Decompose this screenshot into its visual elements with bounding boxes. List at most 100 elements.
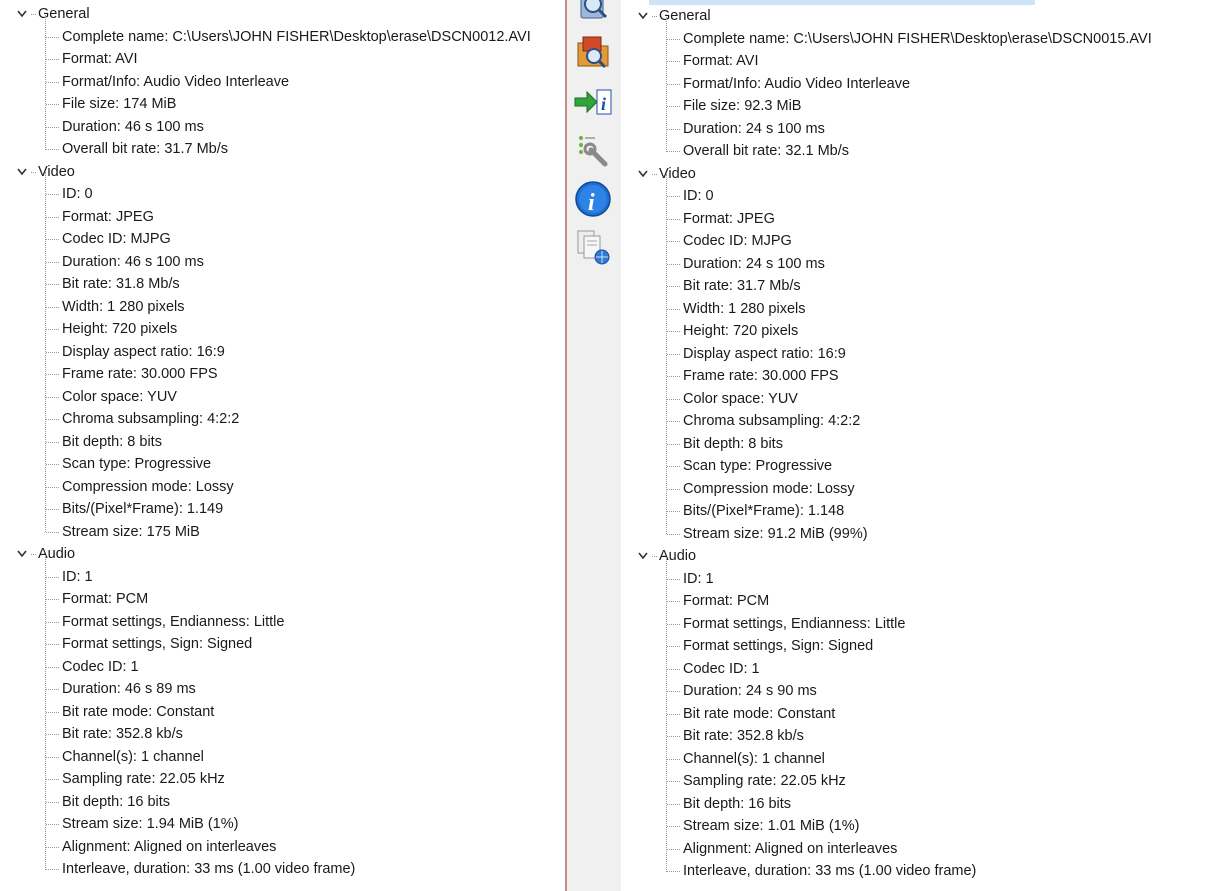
tree-item[interactable]: Format: JPEG [0,206,565,228]
tree-item[interactable]: Format: JPEG [621,208,1201,230]
tree-item[interactable]: Alignment: Aligned on interleaves [0,836,565,858]
tree-item[interactable]: Compression mode: Lossy [621,478,1201,500]
tree-item[interactable]: ID: 0 [0,183,565,205]
tree-item[interactable]: ID: 1 [621,568,1201,590]
tree-item[interactable]: Format settings, Endianness: Little [0,611,565,633]
chevron-down-icon[interactable] [637,545,651,567]
tree-item[interactable]: Stream size: 91.2 MiB (99%) [621,523,1201,545]
tree-item-label: Height: 720 pixels [683,323,799,339]
tree-item[interactable]: Codec ID: 1 [621,658,1201,680]
tree-item[interactable]: Interleave, duration: 33 ms (1.00 video … [621,860,1201,882]
tree-item[interactable]: Alignment: Aligned on interleaves [621,838,1201,860]
tree-item[interactable]: Bit depth: 16 bits [621,793,1201,815]
tree-item[interactable]: Complete name: C:\Users\JOHN FISHER\Desk… [621,28,1201,50]
tree-item[interactable]: Format/Info: Audio Video Interleave [621,73,1201,95]
tree-item[interactable]: Interleave, duration: 33 ms (1.00 video … [0,858,565,880]
tree-section-audio[interactable]: Audio [621,545,1181,567]
tree-item[interactable]: Format: AVI [0,48,565,70]
folder-search-icon[interactable] [571,30,615,74]
tree-section-video[interactable]: Video [0,161,560,183]
tree-section-audio[interactable]: Audio [0,543,560,565]
tree-item[interactable]: Bit depth: 8 bits [621,433,1201,455]
tree-item[interactable]: Scan type: Progressive [621,455,1201,477]
about-info-icon[interactable]: i [571,177,615,221]
tree-item[interactable]: Width: 1 280 pixels [0,296,565,318]
tree-connector [667,623,680,625]
documents-web-icon[interactable] [571,225,615,269]
tree-item[interactable]: File size: 174 MiB [0,93,565,115]
tree-section-video[interactable]: Video [621,163,1181,185]
chevron-down-icon[interactable] [16,543,30,565]
tree-item[interactable]: Stream size: 1.01 MiB (1%) [621,815,1201,837]
tree-item[interactable]: Channel(s): 1 channel [0,746,565,768]
right-file-info-panel[interactable]: General Complete name: C:\Users\JOHN FISH… [621,0,1225,891]
tree-item[interactable]: Duration: 46 s 100 ms [0,116,565,138]
tree-item[interactable]: Bit rate: 352.8 kb/s [621,725,1201,747]
settings-wrench-icon[interactable] [571,128,615,172]
tree-item[interactable]: Bit depth: 16 bits [0,791,565,813]
import-info-icon[interactable]: i [571,80,615,124]
tree-item[interactable]: Bit rate: 352.8 kb/s [0,723,565,745]
tree-item[interactable]: Display aspect ratio: 16:9 [0,341,565,363]
tree-item[interactable]: Bit rate mode: Constant [0,701,565,723]
tree-item[interactable]: Duration: 46 s 89 ms [0,678,565,700]
tree-item[interactable]: Stream size: 175 MiB [0,521,565,543]
tree-item[interactable]: Bit depth: 8 bits [0,431,565,453]
tree-item[interactable]: Bit rate: 31.7 Mb/s [621,275,1201,297]
tree-item[interactable]: Duration: 24 s 100 ms [621,253,1201,275]
tree-item[interactable]: Sampling rate: 22.05 kHz [0,768,565,790]
chevron-down-icon[interactable] [637,5,651,27]
tree-item[interactable]: Duration: 24 s 100 ms [621,118,1201,140]
tree-item[interactable]: Codec ID: MJPG [0,228,565,250]
chevron-down-icon[interactable] [16,3,30,25]
tree-item[interactable]: Duration: 24 s 90 ms [621,680,1201,702]
tree-item[interactable]: Height: 720 pixels [621,320,1201,342]
chevron-down-icon[interactable] [16,161,30,183]
tree-item[interactable]: Frame rate: 30.000 FPS [0,363,565,385]
tree-item[interactable]: Overall bit rate: 32.1 Mb/s [621,140,1201,162]
tree-item[interactable]: Color space: YUV [0,386,565,408]
tree-item[interactable]: Display aspect ratio: 16:9 [621,343,1201,365]
tree-item[interactable]: Chroma subsampling: 4:2:2 [621,410,1201,432]
tree-item[interactable]: Stream size: 1.94 MiB (1%) [0,813,565,835]
tree-item[interactable]: Format: AVI [621,50,1201,72]
tree-connector [46,666,59,668]
tree-item[interactable]: Height: 720 pixels [0,318,565,340]
chevron-down-icon[interactable] [637,163,651,185]
magnifier-file-icon[interactable] [571,0,615,26]
tree-connector [667,443,680,445]
tree-item[interactable]: Channel(s): 1 channel [621,748,1201,770]
tree-item[interactable]: Complete name: C:\Users\JOHN FISHER\Desk… [0,26,565,48]
tree-item[interactable]: Scan type: Progressive [0,453,565,475]
tree-item[interactable]: Bit rate mode: Constant [621,703,1201,725]
tree-item[interactable]: Codec ID: 1 [0,656,565,678]
tree-item-label: Duration: 46 s 100 ms [62,118,204,135]
tree-item[interactable]: Format: PCM [621,590,1201,612]
tree-item[interactable]: Compression mode: Lossy [0,476,565,498]
tree-item[interactable]: ID: 0 [621,185,1201,207]
tree-item[interactable]: Format settings, Sign: Signed [0,633,565,655]
tree-item-label: Bit rate: 352.8 kb/s [62,726,183,742]
tree-item[interactable]: Bits/(Pixel*Frame): 1.148 [621,500,1201,522]
tree-item[interactable]: Sampling rate: 22.05 kHz [621,770,1201,792]
tree-item[interactable]: ID: 1 [0,566,565,588]
tree-item[interactable]: Width: 1 280 pixels [621,298,1201,320]
tree-section-general[interactable]: General [621,5,1181,27]
tree-item[interactable]: File size: 92.3 MiB [621,95,1201,117]
tree-item-label: Stream size: 91.2 MiB (99%) [683,525,868,542]
tree-item[interactable]: Bit rate: 31.8 Mb/s [0,273,565,295]
tree-item[interactable]: Chroma subsampling: 4:2:2 [0,408,565,430]
tree-item[interactable]: Codec ID: MJPG [621,230,1201,252]
tree-item[interactable]: Frame rate: 30.000 FPS [621,365,1201,387]
tree-item-label: Codec ID: MJPG [683,233,792,249]
tree-item[interactable]: Duration: 46 s 100 ms [0,251,565,273]
left-file-info-panel[interactable]: General Complete name: C:\Users\JOHN FISH… [0,0,565,891]
tree-item[interactable]: Format settings, Endianness: Little [621,613,1201,635]
tree-item[interactable]: Format: PCM [0,588,565,610]
tree-item[interactable]: Bits/(Pixel*Frame): 1.149 [0,498,565,520]
tree-item[interactable]: Format settings, Sign: Signed [621,635,1201,657]
tree-item[interactable]: Overall bit rate: 31.7 Mb/s [0,138,565,160]
tree-item[interactable]: Format/Info: Audio Video Interleave [0,71,565,93]
tree-section-general[interactable]: General [0,3,560,25]
tree-item[interactable]: Color space: YUV [621,388,1201,410]
